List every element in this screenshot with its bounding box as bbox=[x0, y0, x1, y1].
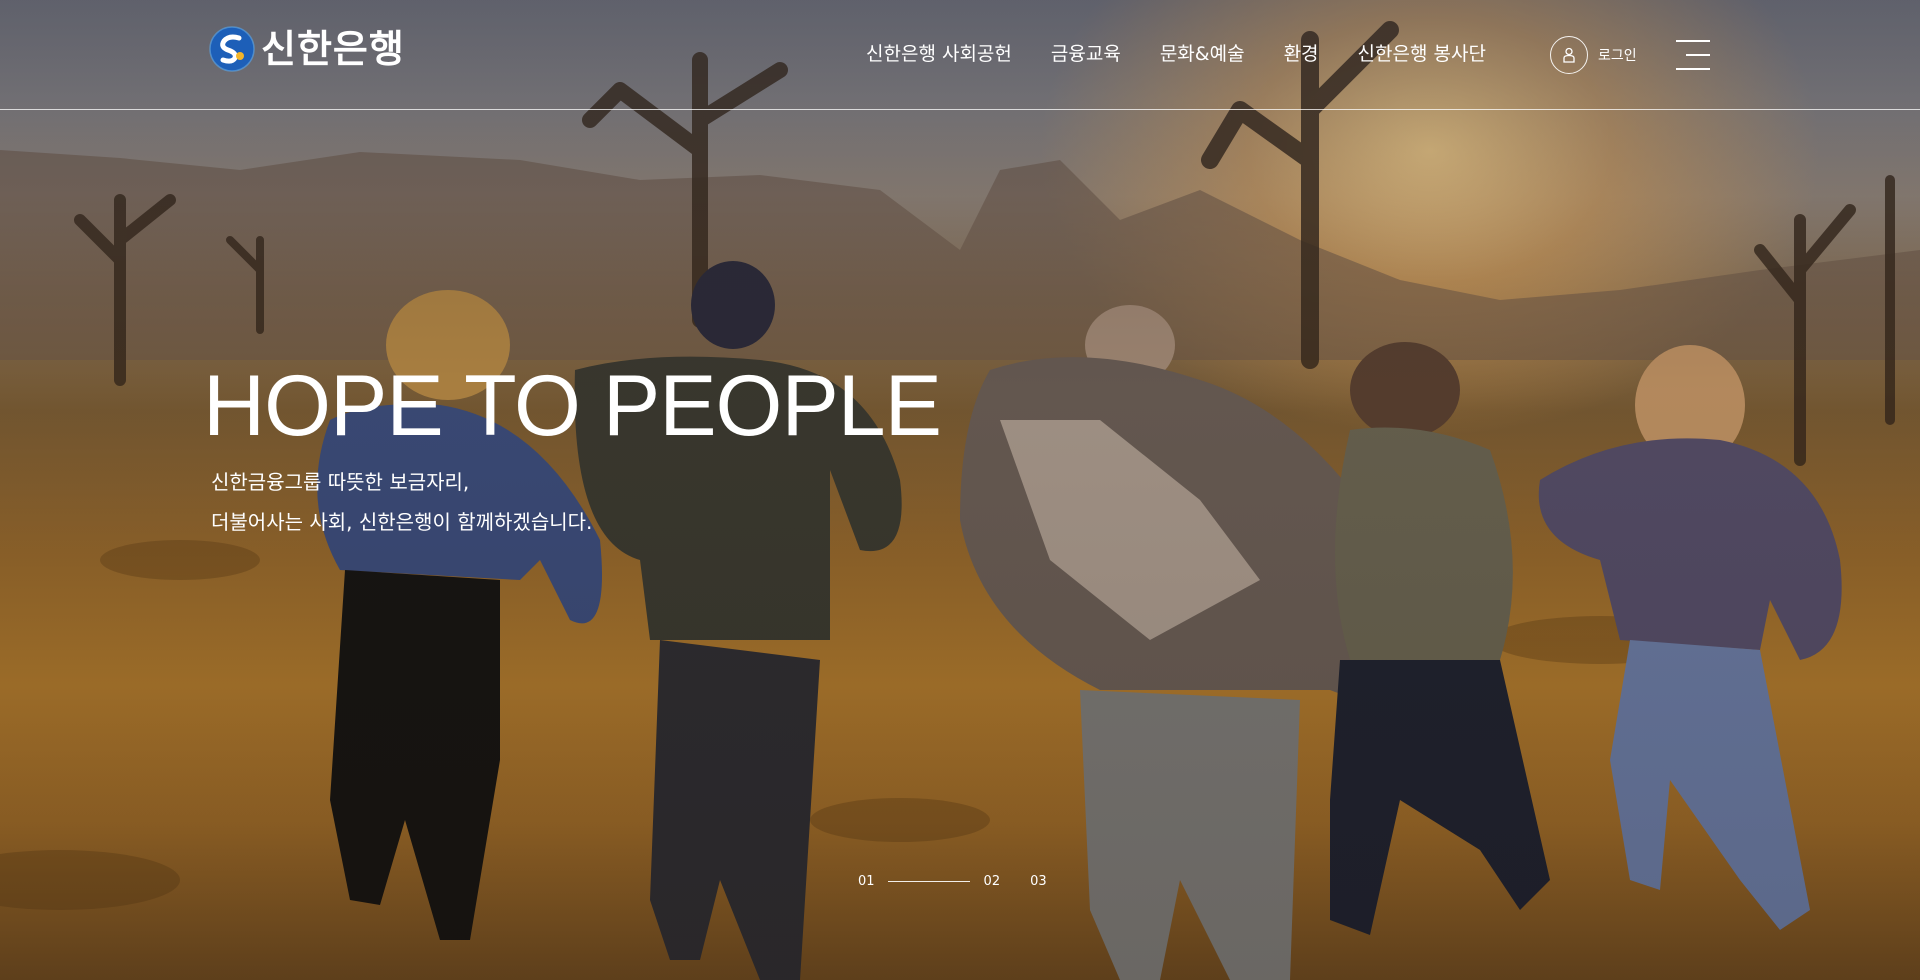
brand-name: 신한은행 bbox=[261, 27, 405, 71]
shinhan-logo-icon bbox=[209, 26, 255, 72]
login-button[interactable]: 로그인 bbox=[1550, 36, 1637, 74]
nav-item-volunteer-group[interactable]: 신한은행 봉사단 bbox=[1358, 40, 1486, 68]
hero-headline: HOPE TO PEOPLE bbox=[203, 358, 942, 454]
login-label: 로그인 bbox=[1598, 48, 1637, 64]
pager-progress-bar bbox=[887, 881, 970, 882]
user-icon bbox=[1563, 47, 1575, 63]
main-nav: 신한은행 사회공헌 금융교육 문화&예술 환경 신한은행 봉사단 bbox=[866, 40, 1525, 68]
nav-item-environment[interactable]: 환경 bbox=[1284, 40, 1319, 68]
nav-item-financial-education[interactable]: 금융교육 bbox=[1051, 40, 1121, 68]
hamburger-menu-icon[interactable] bbox=[1676, 40, 1710, 70]
site-header: 신한은행 신한은행 사회공헌 금융교육 문화&예술 환경 신한은행 봉사단 로그… bbox=[0, 0, 1920, 110]
slide-pager: 01 02 03 bbox=[858, 874, 1047, 889]
pager-slide-03[interactable]: 03 bbox=[1030, 874, 1047, 889]
nav-item-social-contribution[interactable]: 신한은행 사회공헌 bbox=[866, 40, 1012, 68]
brand-logo[interactable]: 신한은행 bbox=[209, 26, 405, 72]
pager-slide-02[interactable]: 02 bbox=[984, 874, 1001, 889]
hero-subline-1: 신한금융그룹 따뜻한 보금자리, bbox=[211, 470, 470, 494]
nav-item-culture-arts[interactable]: 문화&예술 bbox=[1160, 40, 1245, 68]
login-icon-wrapper bbox=[1550, 36, 1588, 74]
hero-subline-2: 더불어사는 사회, 신한은행이 함께하겠습니다. bbox=[211, 510, 593, 534]
hero-banner: 신한은행 신한은행 사회공헌 금융교육 문화&예술 환경 신한은행 봉사단 로그… bbox=[0, 0, 1920, 980]
pager-slide-01[interactable]: 01 bbox=[858, 874, 875, 889]
